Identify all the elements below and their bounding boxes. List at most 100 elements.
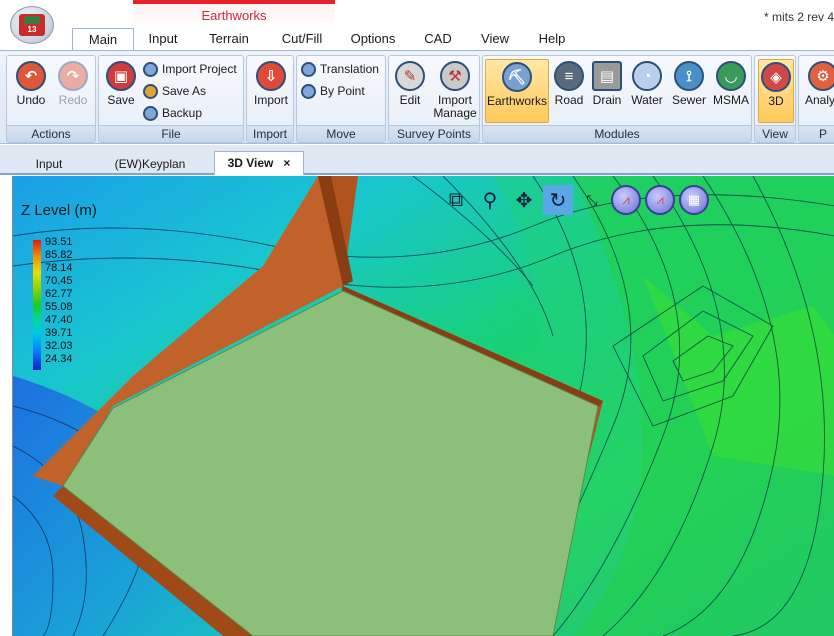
msma-icon: ◡ (716, 61, 746, 91)
tab-terrain[interactable]: Terrain (202, 28, 256, 50)
rotate-icon[interactable]: ↻ (543, 185, 573, 215)
legend-value: 24.34 (45, 353, 73, 365)
group-modules: ⛏ Earthworks ≡ Road ▤ Drain ◔ Water ⟟ Se… (482, 55, 752, 143)
analysis-gear-icon: ⚙ (808, 61, 834, 91)
ribbon: ↶ Undo ↷ Redo Actions ▣ Save Import Proj… (0, 50, 834, 144)
backup-icon (143, 105, 158, 121)
undo-label: Undo (16, 93, 46, 107)
menu-tabs: Main Input Terrain Cut/Fill Options CAD … (0, 28, 834, 51)
pan-icon[interactable]: ✥ (509, 185, 539, 215)
3d-viewport[interactable]: Z Level (m) 93.51 85.82 78.14 70.45 62.7… (12, 176, 834, 636)
sewer-icon: ⟟ (674, 61, 704, 91)
context-tab-group: Earthworks (133, 0, 335, 28)
zoom-extents-icon[interactable]: ⤡ (577, 185, 607, 215)
doc-tab-keyplan[interactable]: (EW)Keyplan (100, 153, 200, 175)
tab-view[interactable]: View (474, 28, 516, 50)
save-icon: ▣ (106, 61, 136, 91)
group-actions-label: Actions (7, 125, 95, 142)
legend-value: 85.82 (45, 249, 73, 261)
import-manage-label-1: Import (437, 93, 472, 107)
translation-icon (301, 61, 316, 77)
legend-color-bar (33, 240, 41, 370)
view-toolbar: ⧉ ⚲ ✥ ↻ ⤡ ⩘ ⩘ ▦ (441, 184, 709, 216)
redo-icon: ↷ (58, 61, 88, 91)
undo-button[interactable]: ↶ Undo (11, 59, 51, 123)
tab-main[interactable]: Main (72, 28, 134, 51)
group-move-label: Move (297, 125, 385, 142)
tab-cut-fill[interactable]: Cut/Fill (272, 28, 332, 50)
legend-value: 47.40 (45, 314, 73, 326)
group-file: ▣ Save Import Project Save As Backup Fil… (98, 55, 244, 143)
import-button[interactable]: ⇩ Import (249, 59, 293, 123)
tab-options[interactable]: Options (344, 28, 402, 50)
import-project-button[interactable]: Import Project (143, 59, 237, 79)
edit-icon: ✎ (395, 61, 425, 91)
tab-help[interactable]: Help (532, 28, 572, 50)
group-file-label: File (99, 125, 243, 142)
sewer-label: Sewer (671, 93, 706, 107)
drain-button[interactable]: ▤ Drain (589, 59, 625, 123)
doc-tab-keyplan-label: (EW)Keyplan (114, 157, 186, 171)
analysis-label: Analys (804, 93, 834, 107)
backup-button[interactable]: Backup (143, 103, 202, 123)
save-button[interactable]: ▣ Save (101, 59, 141, 123)
legend-value: 55.08 (45, 301, 73, 313)
redo-label: Redo (58, 93, 88, 107)
profile-icon[interactable]: ⩘ (611, 185, 641, 215)
save-as-icon (143, 83, 158, 99)
title-bar: 13 Earthworks * mits 2 rev 4 Main Input … (0, 0, 834, 51)
save-as-label: Save As (162, 84, 207, 98)
save-as-button[interactable]: Save As (143, 81, 206, 101)
legend-value: 93.51 (45, 236, 73, 248)
print-view-icon[interactable]: ▦ (679, 185, 709, 215)
water-icon: ◔ (632, 61, 662, 91)
doc-tab-input[interactable]: Input (14, 153, 84, 175)
group-view: ◈ 3D View (754, 55, 796, 143)
import-project-label: Import Project (162, 62, 237, 76)
document-tabs: Input (EW)Keyplan 3D View × (0, 145, 834, 175)
3d-view-button[interactable]: ◈ 3D (758, 59, 794, 123)
group-import-label: Import (247, 125, 293, 142)
earthworks-button[interactable]: ⛏ Earthworks (485, 59, 549, 123)
legend-values: 93.51 85.82 78.14 70.45 62.77 55.08 47.4… (45, 236, 73, 366)
road-icon: ≡ (554, 61, 584, 91)
import-icon: ⇩ (256, 61, 286, 91)
tab-cad[interactable]: CAD (418, 28, 458, 50)
3d-label: 3D (768, 94, 784, 108)
app-window: 13 Earthworks * mits 2 rev 4 Main Input … (0, 0, 834, 636)
group-analysis: ⚙ Analys P (798, 55, 834, 143)
group-import: ⇩ Import Import (246, 55, 294, 143)
sewer-button[interactable]: ⟟ Sewer (669, 59, 709, 123)
by-point-icon (301, 83, 316, 99)
zoom-icon[interactable]: ⚲ (475, 185, 505, 215)
doc-tab-3d-view-label: 3D View (227, 156, 274, 170)
import-manage-button[interactable]: ⚒ Import Manage (431, 59, 479, 123)
translation-label: Translation (320, 62, 379, 76)
doc-tab-3d-view[interactable]: 3D View × (214, 151, 304, 175)
water-label: Water (631, 93, 663, 107)
by-point-label: By Point (320, 84, 365, 98)
group-view-label: View (755, 125, 795, 142)
legend-value: 70.45 (45, 275, 73, 287)
edit-button[interactable]: ✎ Edit (391, 59, 429, 123)
group-survey-points: ✎ Edit ⚒ Import Manage Survey Points (388, 55, 480, 143)
legend-value: 32.03 (45, 340, 73, 352)
redo-button[interactable]: ↷ Redo (53, 59, 93, 123)
legend-value: 39.71 (45, 327, 73, 339)
group-actions: ↶ Undo ↷ Redo Actions (6, 55, 96, 143)
analysis-button[interactable]: ⚙ Analys (801, 59, 834, 123)
group-survey-points-label: Survey Points (389, 125, 479, 142)
import-manage-label-2: Manage (433, 106, 477, 120)
zoom-window-icon[interactable]: ⧉ (441, 185, 471, 215)
translation-button[interactable]: Translation (301, 59, 379, 79)
msma-button[interactable]: ◡ MSMA (711, 59, 751, 123)
legend-value: 78.14 (45, 262, 73, 274)
import-manage-icon: ⚒ (440, 61, 470, 91)
tab-input[interactable]: Input (140, 28, 186, 50)
close-icon[interactable]: × (283, 156, 290, 170)
water-button[interactable]: ◔ Water (627, 59, 667, 123)
section-icon[interactable]: ⩘ (645, 185, 675, 215)
earthworks-icon: ⛏ (502, 62, 532, 92)
by-point-button[interactable]: By Point (301, 81, 365, 101)
road-button[interactable]: ≡ Road (551, 59, 587, 123)
